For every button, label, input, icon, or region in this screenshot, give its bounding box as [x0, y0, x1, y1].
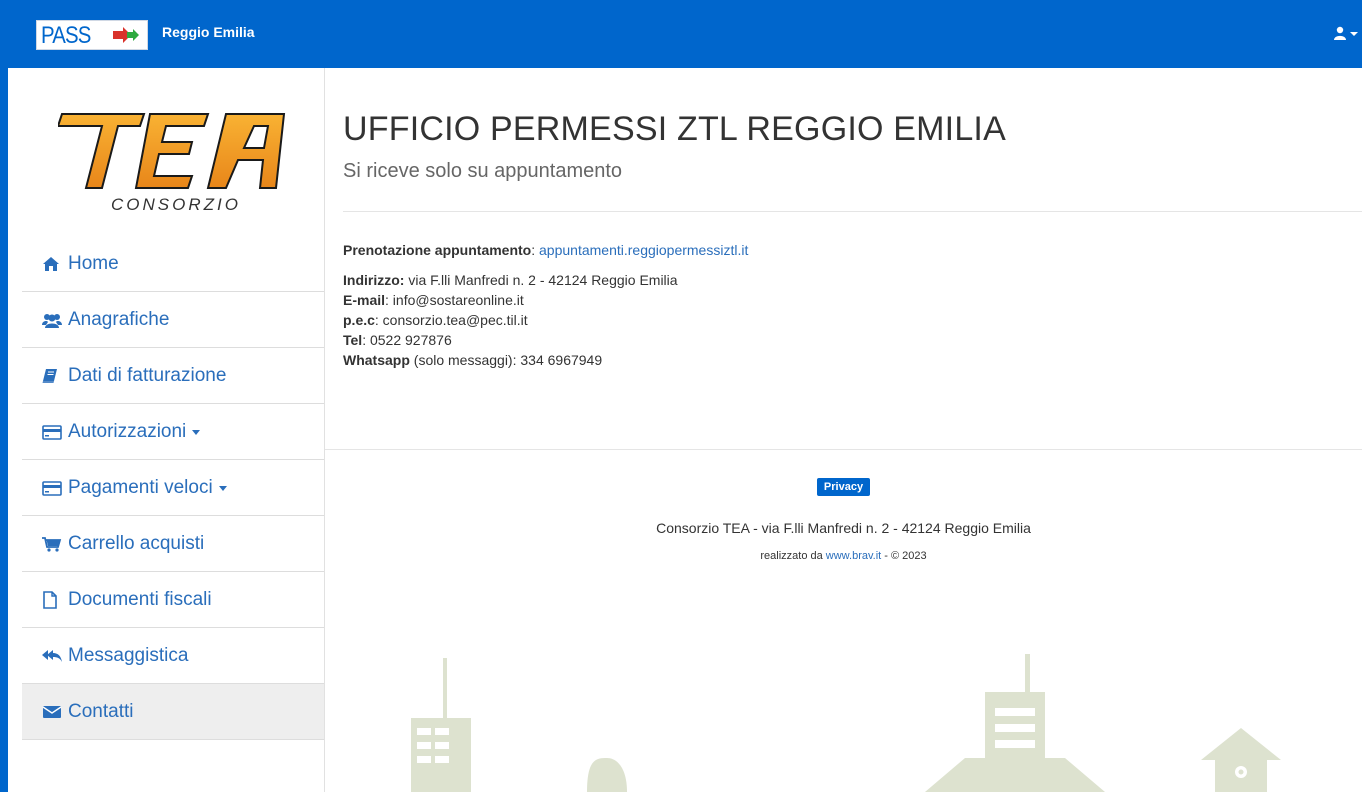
divider — [343, 211, 1362, 212]
tea-consorzio-logo: CONSORZIO — [56, 108, 294, 223]
address-label: Indirizzo: — [343, 272, 405, 288]
sidebar-item-contatti[interactable]: Contatti — [22, 684, 324, 740]
whatsapp-line: Whatsapp (solo messaggi): 334 6967949 — [343, 350, 748, 370]
chevron-down-icon — [192, 430, 201, 435]
tel-line: Tel: 0522 927876 — [343, 330, 748, 350]
svg-text:CONSORZIO: CONSORZIO — [111, 195, 241, 214]
divider — [325, 449, 1362, 450]
city-name: Reggio Emilia — [162, 24, 255, 40]
cart-icon — [42, 535, 64, 553]
footer: Privacy Consorzio TEA - via F.lli Manfre… — [325, 477, 1362, 562]
sidebar-item-label: Messaggistica — [68, 644, 189, 666]
sidebar-item-label: Autorizzazioni — [68, 420, 187, 442]
card-icon — [42, 423, 64, 441]
pec-value: : consorzio.tea@pec.til.it — [374, 312, 528, 328]
main-content: UFFICIO PERMESSI ZTL REGGIO EMILIA Si ri… — [325, 68, 1362, 792]
user-icon — [1334, 26, 1358, 40]
privacy-button[interactable]: Privacy — [816, 478, 871, 496]
window-left-edge — [0, 0, 8, 792]
contact-info: Prenotazione appuntamento: appuntamenti.… — [343, 240, 748, 370]
chevron-down-icon — [218, 486, 227, 491]
reply-all-icon — [42, 647, 64, 665]
address-value: via F.lli Manfredi n. 2 - 42124 Reggio E… — [404, 272, 678, 288]
address-line: Indirizzo: via F.lli Manfredi n. 2 - 421… — [343, 270, 748, 290]
home-icon — [42, 255, 64, 273]
book-icon — [42, 367, 64, 385]
footer-credit: realizzato da www.brav.it - © 2023 — [760, 550, 927, 562]
sidebar-item-label: Pagamenti veloci — [68, 476, 213, 498]
email-value: : info@sostareonline.it — [385, 292, 524, 308]
sidebar-item-dati-fatturazione[interactable]: Dati di fatturazione — [22, 348, 324, 404]
pec-label: p.e.c — [343, 312, 375, 328]
sidebar-item-carrello[interactable]: Carrello acquisti — [22, 516, 324, 572]
user-menu[interactable] — [1334, 26, 1360, 45]
footer-address: Consorzio TEA - via F.lli Manfredi n. 2 … — [656, 520, 1031, 536]
pass-arrows-icon — [113, 27, 139, 43]
sidebar-item-label: Carrello acquisti — [68, 532, 205, 554]
booking-link[interactable]: appuntamenti.reggiopermessiztl.it — [539, 242, 748, 258]
file-icon — [42, 590, 64, 609]
sidebar-item-home[interactable]: Home — [22, 236, 324, 292]
top-navbar: PASS Reggio Emilia — [8, 0, 1362, 68]
tel-value: : 0522 927876 — [362, 332, 452, 348]
email-line: E-mail: info@sostareonline.it — [343, 290, 748, 310]
sidebar-item-label: Documenti fiscali — [68, 588, 212, 610]
sidebar-item-label: Contatti — [68, 700, 134, 722]
city-skyline-illustration — [411, 654, 1281, 792]
sidebar-item-anagrafiche[interactable]: Anagrafiche — [22, 292, 324, 348]
sidebar-item-label: Home — [68, 252, 119, 274]
whatsapp-label: Whatsapp — [343, 352, 410, 368]
page-subtitle: Si riceve solo su appuntamento — [343, 160, 623, 182]
sidebar-item-documenti-fiscali[interactable]: Documenti fiscali — [22, 572, 324, 628]
card-icon — [42, 479, 64, 497]
sidebar-item-messaggistica[interactable]: Messaggistica — [22, 628, 324, 684]
pec-line: p.e.c: consorzio.tea@pec.til.it — [343, 310, 748, 330]
whatsapp-value: (solo messaggi): 334 6967949 — [409, 352, 603, 368]
page-title: UFFICIO PERMESSI ZTL REGGIO EMILIA — [343, 110, 1006, 148]
sidebar-item-autorizzazioni[interactable]: Autorizzazioni — [22, 404, 324, 460]
booking-label: Prenotazione appuntamento — [343, 242, 532, 258]
tel-label: Tel — [343, 332, 363, 348]
credit-link[interactable]: www.brav.it — [826, 550, 881, 562]
pass-logo[interactable]: PASS — [36, 20, 148, 50]
sidebar-item-label: Anagrafiche — [68, 308, 170, 330]
pass-logo-text: PASS — [41, 22, 91, 49]
envelope-icon — [42, 703, 64, 721]
email-label: E-mail — [343, 292, 386, 308]
sidebar-nav: Home Anagrafiche Dati di fatturazione Au… — [22, 236, 324, 740]
sidebar-item-label: Dati di fatturazione — [68, 364, 227, 386]
booking-line: Prenotazione appuntamento: appuntamenti.… — [343, 242, 749, 258]
sidebar: CONSORZIO Home Anagrafiche Dati di fattu… — [8, 68, 325, 792]
sidebar-item-pagamenti-veloci[interactable]: Pagamenti veloci — [22, 460, 324, 516]
users-icon — [42, 311, 64, 329]
